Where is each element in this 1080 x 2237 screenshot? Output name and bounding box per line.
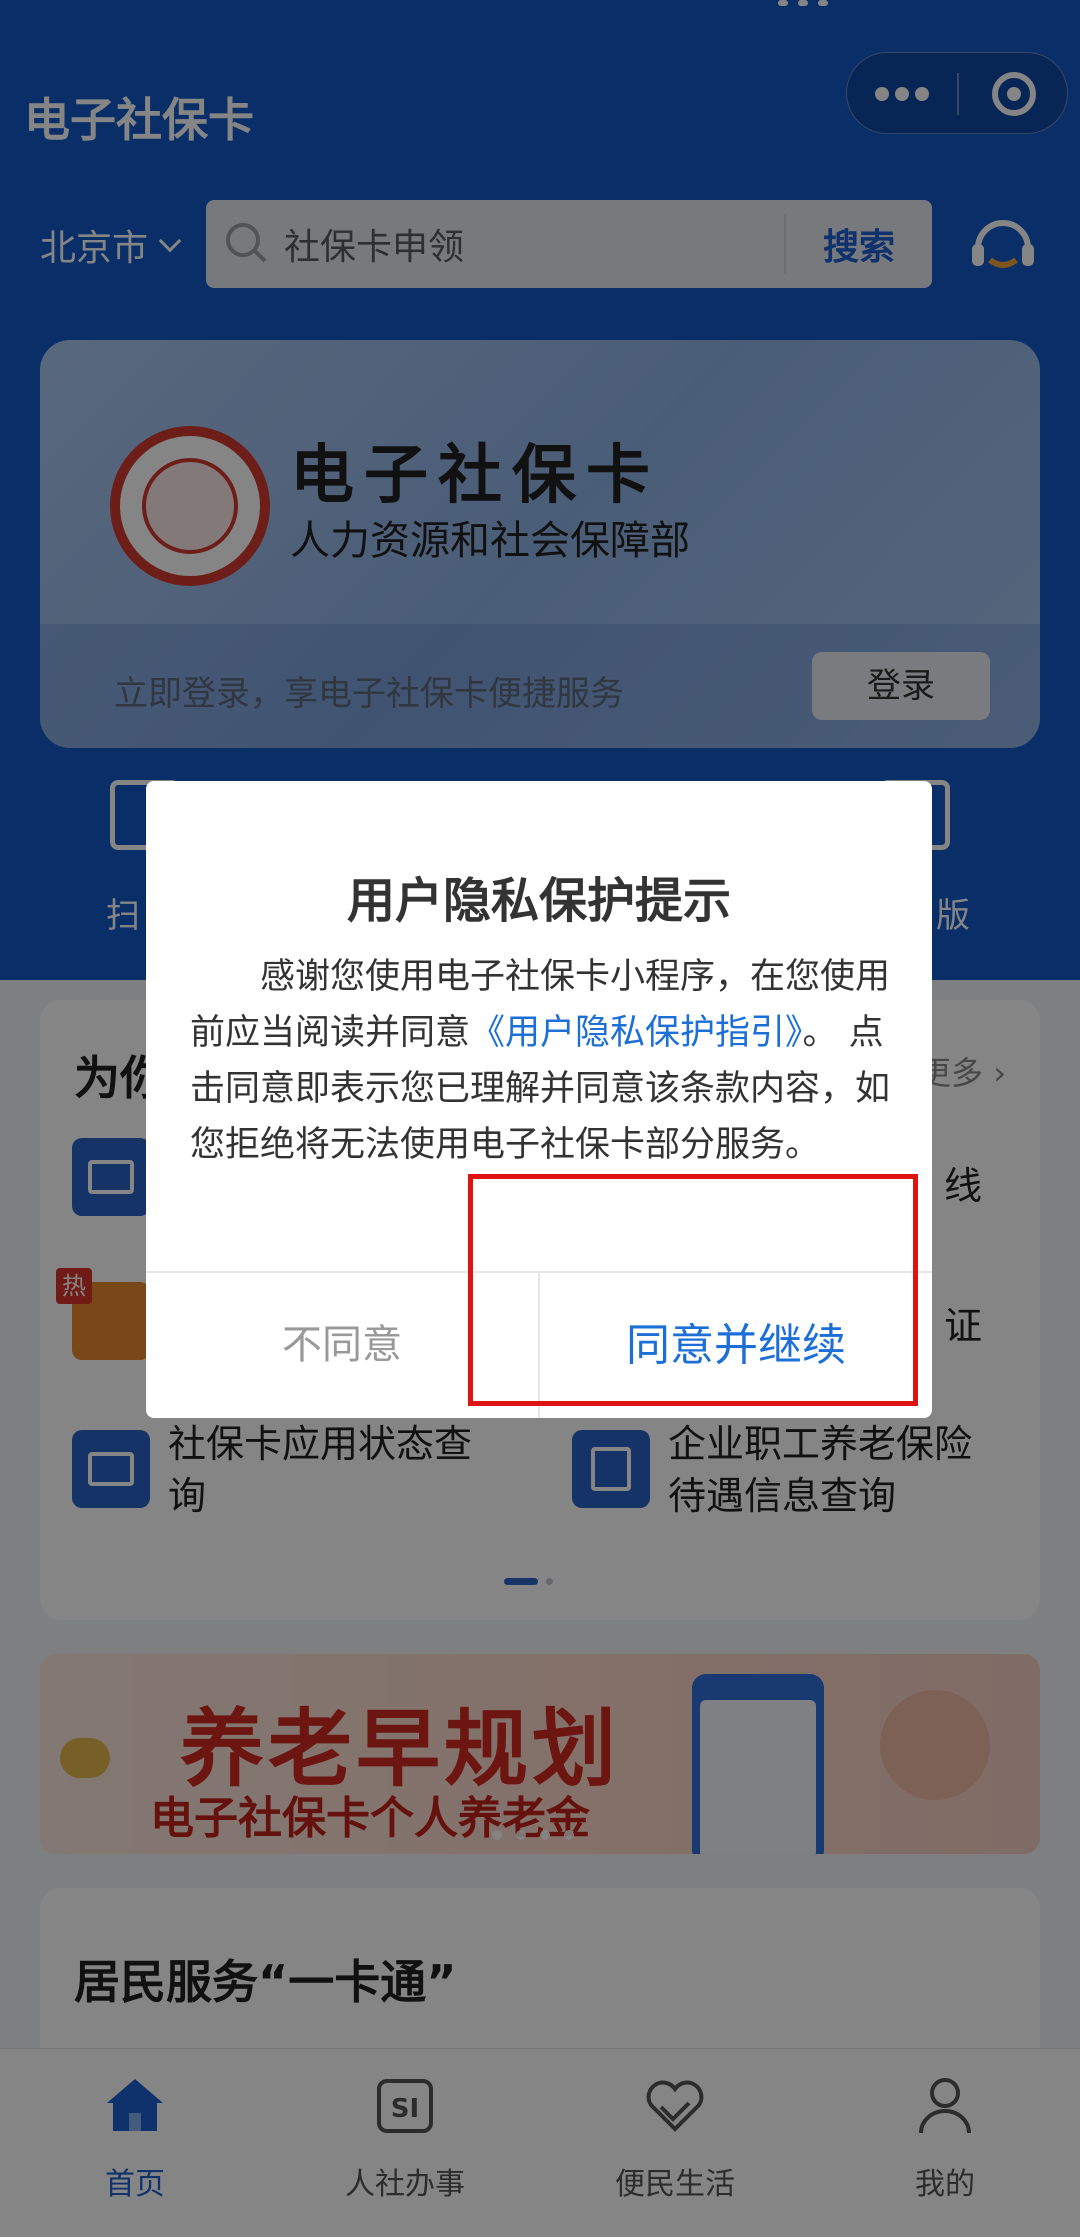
highlight-annotation [468, 1174, 918, 1406]
page: 电子社保卡 北京市 社保卡申领 搜索 电子社保卡 人力资源和社会保障部 立即登录… [0, 0, 1080, 2237]
privacy-guide-link[interactable]: 《用户隐私保护指引》 [470, 1013, 803, 1053]
dialog-body: 感谢您使用电子社保卡小程序，在您使用前应当阅读并同意《用户隐私保护指引》。 点击… [190, 949, 890, 1173]
dialog-title: 用户隐私保护提示 [346, 873, 731, 929]
